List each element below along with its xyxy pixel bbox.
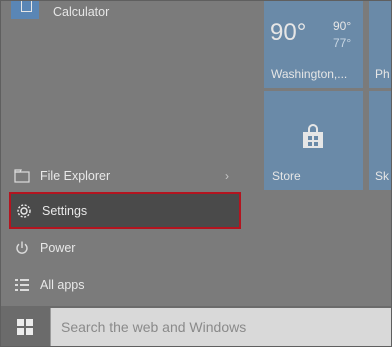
sky-tile-label: Sk bbox=[375, 169, 390, 183]
all-apps-item[interactable]: All apps bbox=[9, 267, 241, 303]
phone-tile-partial[interactable]: Ph bbox=[369, 1, 391, 88]
all-apps-label: All apps bbox=[40, 278, 85, 292]
sky-tile-partial[interactable]: Sk bbox=[369, 91, 391, 190]
calculator-app[interactable]: Calculator bbox=[11, 1, 109, 23]
weather-tile[interactable]: 90° 90° 77° Washington,... bbox=[264, 1, 363, 88]
windows-start-button[interactable] bbox=[1, 306, 49, 346]
chevron-right-icon[interactable]: › bbox=[225, 169, 229, 183]
power-label: Power bbox=[40, 241, 76, 255]
taskbar: Search the web and Windows bbox=[1, 306, 391, 346]
settings-item[interactable]: Settings bbox=[9, 192, 241, 229]
search-box[interactable]: Search the web and Windows bbox=[50, 308, 391, 346]
store-tile[interactable]: Store bbox=[264, 91, 363, 190]
file-explorer-item[interactable]: File Explorer › bbox=[9, 158, 241, 194]
calculator-label: Calculator bbox=[53, 5, 110, 19]
gear-icon bbox=[15, 202, 33, 220]
list-icon bbox=[13, 276, 31, 294]
settings-label: Settings bbox=[42, 203, 88, 218]
power-item[interactable]: Power bbox=[9, 230, 241, 266]
weather-city: Washington,... bbox=[271, 67, 348, 81]
weather-low: 77° bbox=[333, 36, 352, 50]
calculator-icon bbox=[11, 1, 39, 19]
windows-logo-icon bbox=[17, 319, 33, 335]
folder-icon bbox=[13, 167, 31, 185]
store-label: Store bbox=[272, 169, 301, 183]
weather-high: 90° bbox=[333, 19, 352, 33]
search-placeholder: Search the web and Windows bbox=[61, 319, 247, 335]
start-menu: Calculator File Explorer › Settings Powe… bbox=[0, 0, 392, 347]
phone-tile-label: Ph bbox=[375, 67, 390, 81]
store-icon bbox=[300, 124, 326, 150]
power-icon bbox=[13, 239, 31, 257]
file-explorer-label: File Explorer bbox=[40, 169, 111, 183]
weather-temp: 90° bbox=[270, 19, 307, 46]
